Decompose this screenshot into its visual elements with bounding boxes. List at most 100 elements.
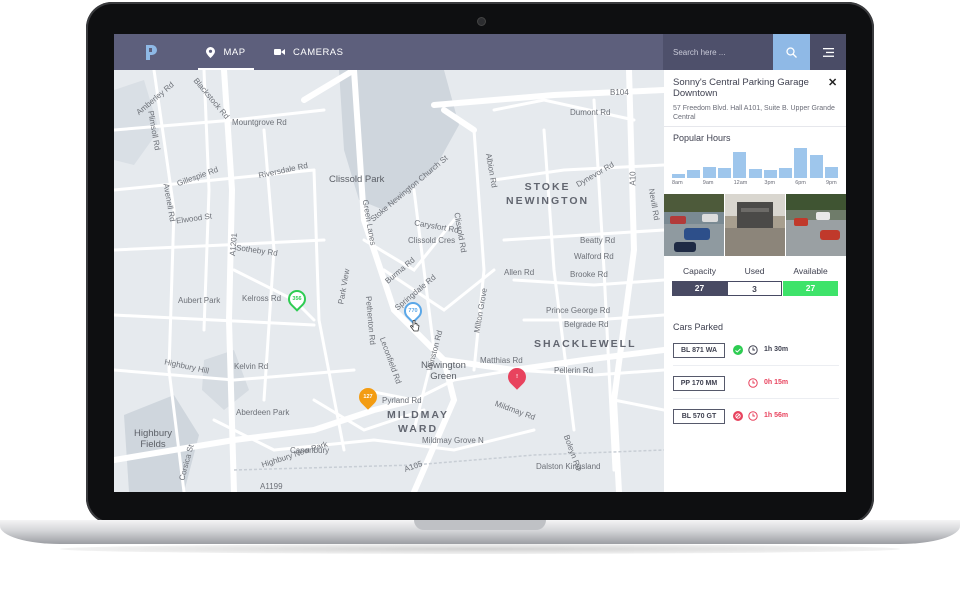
map-label-dumont: Dumont Rd (570, 108, 611, 117)
available-label: Available (793, 266, 828, 276)
webcam (477, 17, 486, 26)
video-camera-icon (274, 48, 285, 56)
divider (664, 126, 846, 127)
available-stat: Available 27 (783, 266, 838, 296)
popular-hours-heading: Popular Hours (673, 133, 731, 143)
parking-photo-2[interactable] (725, 194, 785, 256)
map-label-allen: Allen Rd (504, 268, 535, 277)
license-plate: PP 170 MM (673, 376, 725, 391)
license-plate: BL 871 WA (673, 343, 725, 358)
capacity-stat: Capacity 27 (672, 266, 727, 296)
location-address: 57 Freedom Blvd. Hall A101, Suite B. Upp… (673, 105, 835, 121)
map-label-beatty: Beatty Rd (580, 236, 616, 245)
parking-photo-3[interactable] (786, 194, 846, 256)
map-label-b104: B104 (610, 88, 629, 97)
popular-hours-chart (672, 148, 838, 178)
map-pin-icon (206, 46, 216, 58)
popular-hours-ticks: 8am 9am 12am 3pm 6pm 9pm (672, 180, 838, 188)
map-label-canonbury: Canonbury (290, 446, 330, 455)
blocked-badge-icon (733, 411, 743, 421)
car-row[interactable]: BL 871 WA 1h 30m (673, 338, 839, 366)
search-icon (786, 46, 797, 58)
popular-hours-tick: 8am (672, 180, 683, 186)
tab-map-label: MAP (223, 46, 246, 58)
popular-hours-bar (672, 174, 685, 178)
popular-hours-bar (825, 167, 838, 178)
cars-parked-heading: Cars Parked (673, 322, 724, 332)
popular-hours-bar (733, 152, 747, 178)
popular-hours-bar (779, 168, 793, 178)
map-label-a10: A10 (628, 171, 638, 186)
map-label-brooke: Brooke Rd (570, 270, 608, 279)
parked-duration: 1h 56m (764, 412, 789, 419)
location-title: Sonny's Central Parking Garage Downtown (673, 77, 809, 99)
map-label-walford: Walford Rd (574, 252, 614, 261)
map-label-prince-george: Prince George Rd (546, 306, 611, 315)
clock-icon (748, 345, 758, 355)
parked-duration: 0h 15m (764, 379, 789, 386)
popular-hours-bar (702, 167, 716, 178)
map-label-pellerin: Pellerin Rd (554, 366, 594, 375)
clock-icon (748, 411, 758, 421)
map-label-a1199: A1199 (260, 482, 283, 491)
popular-hours-bar (794, 148, 808, 178)
tab-cameras-label: CAMERAS (293, 46, 344, 58)
popular-hours-tick: 9pm (826, 180, 837, 186)
logo-icon (146, 45, 157, 60)
map-label-belgrade: Belgrade Rd (564, 320, 609, 329)
clock-icon (748, 378, 758, 388)
map-label-pyrland: Pyrland Rd (382, 396, 422, 405)
check-badge-icon (733, 345, 743, 355)
top-navigation: MAP CAMERAS (114, 34, 846, 70)
map-label-mountgrove: Mountgrove Rd (232, 118, 287, 127)
close-icon[interactable]: ✕ (828, 76, 837, 89)
available-value: 27 (783, 281, 838, 296)
popular-hours-tick: 12am (733, 180, 748, 186)
row-divider (673, 365, 839, 366)
row-divider (673, 398, 839, 399)
popular-hours-bar (763, 170, 777, 178)
map-label-matthias: Matthias Rd (480, 356, 523, 365)
license-plate: BL 570 GT (673, 409, 725, 424)
map-label-shacklewell: SHACKLEWELL (534, 338, 637, 350)
map-label-aubert: Aubert Park (178, 296, 221, 305)
car-row[interactable]: BL 570 GT 1h 56m (673, 404, 839, 432)
popular-hours-tick: 3pm (764, 180, 776, 186)
search-button[interactable] (773, 34, 810, 70)
map-label-clissold-cres: Clissold Cres (408, 236, 456, 245)
popular-hours-bar (809, 155, 823, 178)
search-input[interactable] (663, 34, 773, 70)
parking-photos (664, 194, 846, 256)
used-label: Used (744, 266, 765, 276)
capacity-value: 27 (672, 281, 727, 296)
map-label-mildmay-grove: Mildmay Grove N (422, 436, 484, 445)
popular-hours-tick: 6pm (795, 180, 806, 186)
parked-duration: 1h 30m (764, 346, 789, 353)
popular-hours-tick: 9am (702, 180, 714, 186)
app-screen: MAP CAMERAS Search here ... Clissold Par… (114, 34, 846, 492)
popular-hours-bar (717, 168, 731, 178)
map-label-clissold-park: Clissold Park (329, 174, 385, 185)
laptop-shadow (60, 544, 900, 554)
map-view[interactable]: Clissold Park STOKE NEWINGTON SHACKLEWEL… (114, 70, 664, 492)
map-label-mildmay-ward: MILDMAY WARD (387, 409, 450, 435)
map-label-highbury-fields: Highbury Fields (134, 428, 173, 450)
popular-hours-bar (687, 170, 701, 178)
parking-photo-1[interactable] (664, 194, 724, 256)
capacity-label: Capacity (682, 266, 717, 276)
tab-map[interactable]: MAP (198, 34, 254, 70)
menu-button[interactable] (810, 34, 846, 70)
hamburger-menu-icon (822, 47, 834, 57)
map-label-dalston: Dalston Kingsland (536, 462, 601, 471)
popular-hours-bar (748, 169, 762, 178)
hand-cursor-icon (410, 320, 420, 332)
used-stat: Used 3 (727, 266, 782, 296)
map-label-kelvin: Kelvin Rd (234, 362, 269, 371)
laptop-notch (414, 520, 546, 530)
map-label-kelross: Kelross Rd (242, 294, 282, 303)
location-detail-panel: Sonny's Central Parking Garage Downtown … (664, 70, 846, 492)
car-row[interactable]: PP 170 MM 0h 15m (673, 371, 839, 399)
map-label-aberdeen: Aberdeen Park (236, 408, 290, 417)
used-value: 3 (727, 281, 782, 296)
tab-cameras[interactable]: CAMERAS (274, 34, 343, 70)
